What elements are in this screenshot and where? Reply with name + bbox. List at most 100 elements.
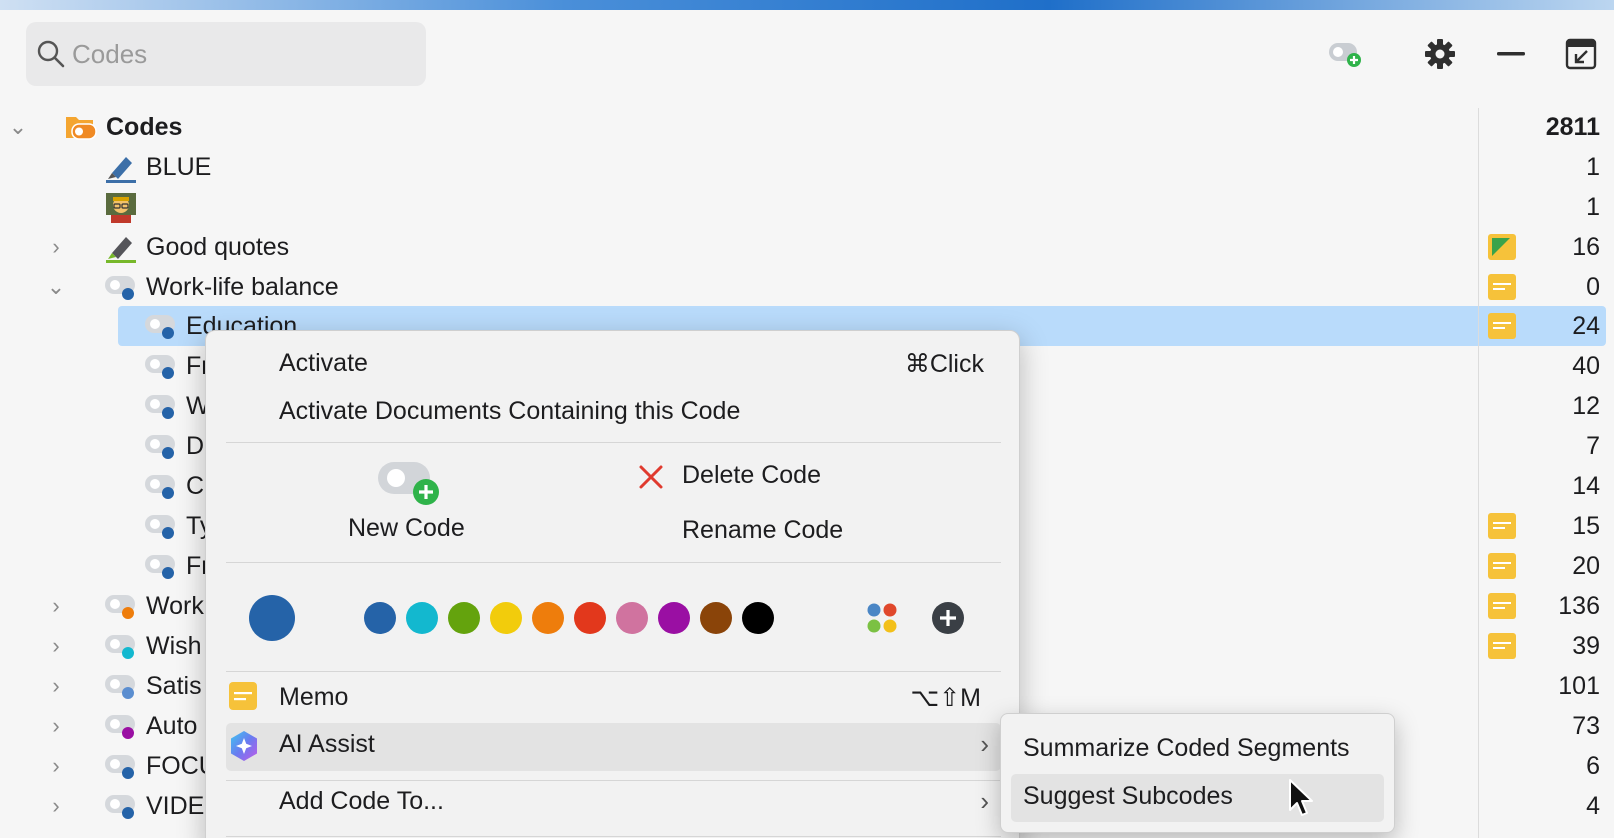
tree-row-count: 20 [1572,552,1600,580]
code-tag-icon [105,795,135,819]
tree-row[interactable]: 1 [0,187,1614,227]
menu-item-activate-documents[interactable]: Activate Documents Containing this Code [279,397,740,426]
tree-row-count: 24 [1572,312,1600,340]
tree-root-count: 2811 [1545,113,1600,141]
code-tag-icon [105,675,135,699]
close-icon [639,465,663,489]
menu-separator [226,562,1001,563]
code-tag-icon [105,755,135,779]
color-swatch[interactable] [490,602,522,634]
menu-item-add-code-to[interactable]: Add Code To... [279,787,444,816]
memo-icon[interactable] [1488,274,1516,300]
chevron-right-icon[interactable]: › [44,794,68,818]
code-tag-icon [145,355,175,379]
code-tag-icon [145,515,175,539]
code-tag-icon [105,635,135,659]
chevron-right-icon[interactable]: › [44,594,68,618]
color-swatch[interactable] [364,602,396,634]
context-menu: Activate ⌘Click Activate Documents Conta… [205,330,1020,838]
new-code-label: New Code [348,514,465,542]
memo-icon[interactable] [1488,633,1516,659]
memo-green-icon[interactable] [1488,234,1516,260]
highlighter-blue-icon [106,157,136,183]
tree-row-count: 40 [1572,352,1600,380]
tree-row[interactable]: › Good quotes 16 [0,227,1614,267]
chevron-right-icon: › [980,729,989,759]
menu-separator [226,836,1001,837]
memo-icon[interactable] [1488,513,1516,539]
color-swatch[interactable] [658,602,690,634]
search-icon [37,40,65,68]
menu-item-delete-code[interactable]: Delete Code [682,461,821,490]
tree-row-root[interactable]: ⌄ Codes 2811 [0,107,1614,147]
menu-separator [226,442,1001,443]
code-tag-icon [145,435,175,459]
color-swatch[interactable] [448,602,480,634]
memo-icon [229,682,257,710]
tree-row-count: 12 [1572,392,1600,420]
tree-row[interactable]: BLUE 1 [0,147,1614,187]
tree-row-label: Good quotes [146,233,290,261]
memo-shortcut: ⌥⇧M [910,684,981,712]
color-swatch[interactable] [742,602,774,634]
code-tag-icon [105,595,135,619]
new-code-icon[interactable] [1325,34,1365,74]
tree-row-count: 39 [1572,632,1600,660]
chevron-right-icon[interactable]: › [44,634,68,658]
chevron-right-icon[interactable]: › [44,754,68,778]
chevron-down-icon[interactable]: ⌄ [44,275,68,299]
add-color-icon[interactable] [932,602,964,634]
gear-icon[interactable] [1420,34,1460,74]
color-swatch[interactable] [574,602,606,634]
tree-row-count: 4 [1586,792,1600,820]
chevron-right-icon[interactable]: › [44,235,68,259]
submenu-item-suggest-subcodes[interactable]: Suggest Subcodes [1023,782,1233,811]
new-code-button[interactable]: New Code [326,451,496,551]
search-bar[interactable] [26,22,426,86]
color-swatch[interactable] [616,602,648,634]
color-picker-icon[interactable] [866,602,898,634]
menu-item-activate[interactable]: Activate [279,349,368,378]
color-swatch[interactable] [532,602,564,634]
chevron-right-icon: › [980,786,989,816]
activate-shortcut: ⌘Click [904,350,984,378]
submenu-item-summarize[interactable]: Summarize Coded Segments [1023,734,1350,763]
color-swatch[interactable] [406,602,438,634]
tree-row-label: Work [146,592,204,620]
code-tag-icon [105,276,135,300]
tree-row-count: 101 [1558,672,1600,700]
search-input[interactable] [72,38,402,70]
collapse-window-icon[interactable] [1561,34,1601,74]
tree-row-label: BLUE [146,153,212,181]
menu-separator [226,671,1001,672]
chevron-down-icon[interactable]: ⌄ [6,115,30,139]
tree-row-count: 15 [1572,512,1600,540]
memo-icon[interactable] [1488,553,1516,579]
tree-row-count: 0 [1586,273,1600,301]
memo-icon[interactable] [1488,593,1516,619]
ai-assist-icon [231,731,257,761]
code-tag-icon [145,395,175,419]
teacher-emoji-icon [106,193,136,223]
menu-item-memo[interactable]: Memo [279,683,348,712]
tree-row-label: Satis [146,672,202,700]
code-tag-icon [145,315,175,339]
color-swatch[interactable] [700,602,732,634]
minus-icon[interactable] [1491,34,1531,74]
menu-item-ai-assist[interactable]: AI Assist [279,730,375,759]
code-folder-icon [66,117,97,140]
memo-icon[interactable] [1488,313,1516,339]
tree-row-count: 1 [1586,153,1600,181]
tree-row-label: C [186,472,205,500]
chevron-right-icon[interactable]: › [44,674,68,698]
new-code-icon [378,462,439,505]
tree-row-label: D [186,432,205,460]
tree-row-count: 1 [1586,193,1600,221]
code-tag-icon [145,475,175,499]
tree-row[interactable]: ⌄ Work-life balance 0 [0,267,1614,307]
menu-item-rename-code[interactable]: Rename Code [682,516,843,545]
current-color-swatch[interactable] [249,595,295,641]
tree-row-count: 136 [1558,592,1600,620]
chevron-right-icon[interactable]: › [44,714,68,738]
tree-row-count: 14 [1572,472,1600,500]
